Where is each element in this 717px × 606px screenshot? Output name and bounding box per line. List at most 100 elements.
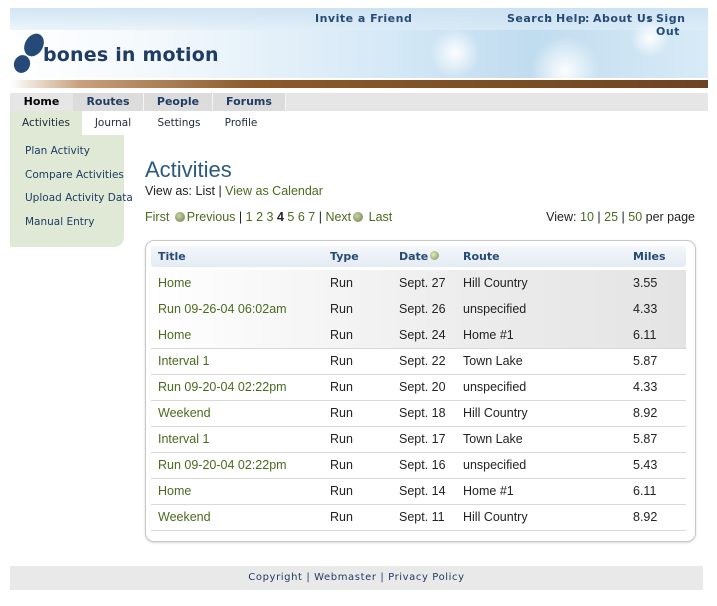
- table-row: Home Run Sept. 14 Home #1 6.11: [151, 478, 686, 505]
- header-decoration: [530, 36, 600, 78]
- search-link[interactable]: Search: [507, 12, 553, 25]
- subtab-activities[interactable]: Activities: [10, 111, 82, 135]
- activity-date: Sept. 24: [399, 328, 446, 342]
- sidebar-item-plan-activity[interactable]: Plan Activity: [25, 145, 90, 157]
- sidebar-item-compare-activities[interactable]: Compare Activities: [25, 169, 124, 181]
- sub-nav: Activities Journal Settings Profile: [10, 111, 708, 135]
- table-row: Home Run Sept. 27 Hill Country 3.55: [151, 270, 686, 297]
- privacy-policy-link[interactable]: Privacy Policy: [388, 572, 465, 583]
- first-page-link[interactable]: First: [145, 210, 169, 224]
- view-list-label: List: [195, 184, 215, 198]
- activity-route: Home #1: [463, 328, 514, 342]
- last-page-link[interactable]: Last: [369, 210, 393, 224]
- page-link-3[interactable]: 3: [267, 210, 274, 224]
- help-link[interactable]: Help: [556, 12, 586, 25]
- header-divider: [10, 80, 708, 88]
- activity-route: Town Lake: [463, 432, 523, 446]
- activity-type: Run: [330, 328, 353, 342]
- page-link-7[interactable]: 7: [308, 210, 315, 224]
- activity-miles: 5.43: [633, 458, 658, 472]
- activity-type: Run: [330, 432, 353, 446]
- activity-title-link[interactable]: Run 09-20-04 02:22pm: [158, 458, 287, 472]
- activity-title-link[interactable]: Run 09-20-04 02:22pm: [158, 380, 287, 394]
- per-page-selector: View: 10 | 25 | 50 per page: [546, 210, 695, 224]
- view-separator: |: [218, 184, 222, 198]
- footer-separator: |: [306, 572, 311, 583]
- view-as-calendar-link[interactable]: View as Calendar: [225, 184, 323, 198]
- activity-route: Home #1: [463, 484, 514, 498]
- activity-date: Sept. 16: [399, 458, 446, 472]
- page-link-6[interactable]: 6: [298, 210, 305, 224]
- table-row: Run 09-20-04 02:22pm Run Sept. 16 unspecifi…: [151, 452, 686, 479]
- activity-title-link[interactable]: Weekend: [158, 510, 211, 524]
- main-nav: Home Routes People Forums: [10, 93, 708, 111]
- page-link-5[interactable]: 5: [287, 210, 294, 224]
- activity-date: Sept. 27: [399, 276, 446, 290]
- page-title: Activities: [145, 157, 232, 182]
- previous-arrow-icon[interactable]: [174, 211, 185, 222]
- per-page-25-link[interactable]: 25: [604, 210, 618, 224]
- sidebar-item-manual-entry[interactable]: Manual Entry: [25, 216, 94, 228]
- tab-home[interactable]: Home: [10, 93, 73, 111]
- activity-date: Sept. 22: [399, 354, 446, 368]
- table-row: Run 09-20-04 02:22pm Run Sept. 20 unspecifi…: [151, 374, 686, 401]
- activity-title-link[interactable]: Interval 1: [158, 432, 209, 446]
- copyright-link[interactable]: Copyright: [248, 572, 302, 583]
- header-decoration: [430, 28, 480, 78]
- activity-miles: 6.11: [633, 484, 657, 498]
- activity-miles: 4.33: [633, 380, 658, 394]
- table-row: Weekend Run Sept. 11 Hill Country 8.92: [151, 504, 686, 531]
- column-header-date[interactable]: Date: [399, 250, 440, 263]
- activity-type: Run: [330, 354, 353, 368]
- column-header-title[interactable]: Title: [158, 250, 186, 263]
- top-link-separator: :: [647, 12, 652, 25]
- activity-miles: 4.33: [633, 302, 658, 316]
- webmaster-link[interactable]: Webmaster: [314, 572, 376, 583]
- table-header: Title Type Date Route Miles: [151, 246, 686, 267]
- activity-miles: 8.92: [633, 406, 658, 420]
- subtab-journal[interactable]: Journal: [86, 111, 140, 135]
- activity-route: unspecified: [463, 302, 527, 316]
- column-header-miles[interactable]: Miles: [633, 250, 666, 263]
- table-row: Interval 1 Run Sept. 17 Town Lake 5.87: [151, 426, 686, 453]
- sort-icon[interactable]: [430, 251, 440, 260]
- sign-out-link[interactable]: Sign Out: [656, 12, 708, 38]
- column-header-route[interactable]: Route: [463, 250, 500, 263]
- activity-date: Sept. 18: [399, 406, 446, 420]
- column-header-type[interactable]: Type: [330, 250, 359, 263]
- subtab-settings[interactable]: Settings: [151, 111, 207, 135]
- per-page-10-link[interactable]: 10: [580, 210, 594, 224]
- activity-title-link[interactable]: Home: [158, 484, 191, 498]
- column-header-date-label[interactable]: Date: [399, 250, 428, 263]
- tab-routes[interactable]: Routes: [73, 93, 144, 111]
- activity-title-link[interactable]: Weekend: [158, 406, 211, 420]
- activity-title-link[interactable]: Interval 1: [158, 354, 209, 368]
- activity-title-link[interactable]: Home: [158, 328, 191, 342]
- activity-title-link[interactable]: Run 09-26-04 06:02am: [158, 302, 287, 316]
- next-arrow-icon[interactable]: [353, 211, 364, 222]
- sidebar-item-upload-activity-data[interactable]: Upload Activity Data: [25, 192, 133, 204]
- activity-miles: 6.11: [633, 328, 657, 342]
- activity-title-link[interactable]: Home: [158, 276, 191, 290]
- activity-date: Sept. 26: [399, 302, 446, 316]
- activity-type: Run: [330, 510, 353, 524]
- subtab-profile[interactable]: Profile: [217, 111, 265, 135]
- per-page-separator: |: [621, 210, 625, 224]
- tab-forums[interactable]: Forums: [213, 93, 286, 111]
- next-page-link[interactable]: Next: [325, 210, 351, 224]
- about-us-link[interactable]: About Us: [593, 12, 653, 25]
- per-page-50-link[interactable]: 50: [628, 210, 642, 224]
- top-link-separator: :: [547, 12, 552, 25]
- site-logo-text[interactable]: bones in motion: [43, 44, 219, 66]
- view-as-bar: View as: List | View as Calendar: [145, 184, 323, 198]
- invite-friend-link[interactable]: Invite a Friend: [315, 12, 412, 25]
- activity-miles: 5.87: [633, 354, 658, 368]
- tab-people[interactable]: People: [144, 93, 213, 111]
- previous-page-link[interactable]: Previous: [187, 210, 236, 224]
- page-link-1[interactable]: 1: [246, 210, 253, 224]
- sidebar: Plan Activity Compare Activities Upload …: [10, 135, 133, 247]
- footer-separator: |: [380, 572, 385, 583]
- activity-type: Run: [330, 484, 353, 498]
- current-page: 4: [276, 210, 284, 224]
- page-link-2[interactable]: 2: [256, 210, 263, 224]
